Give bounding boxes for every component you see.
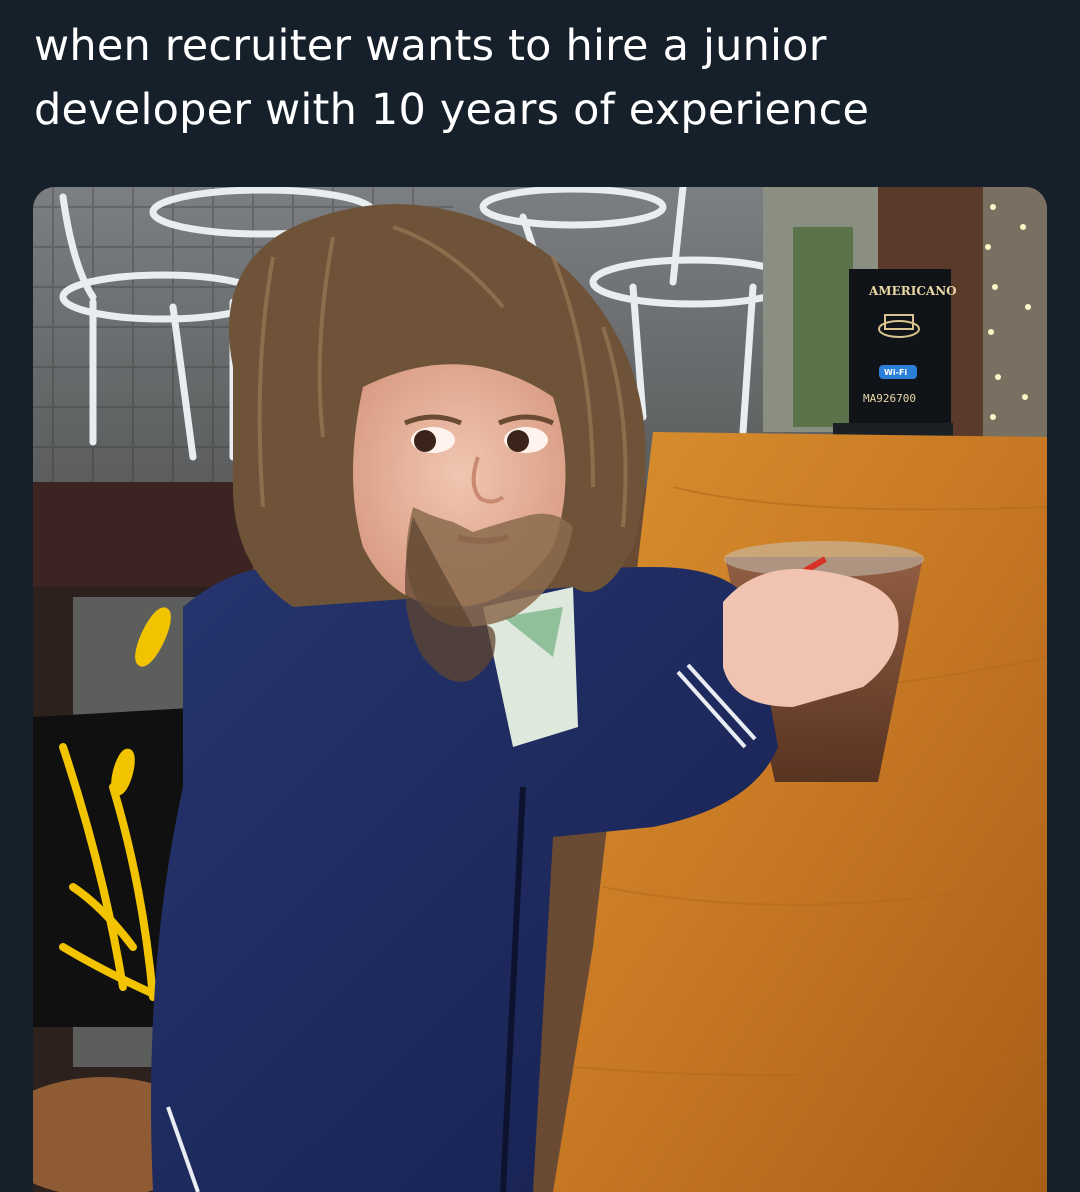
sign-code-text: MA926700: [863, 392, 916, 405]
photo-illustration: AMERICANO Wi-Fi MA926700: [33, 187, 1047, 1192]
sign-brand-text: AMERICANO: [868, 284, 957, 298]
meme-caption: when recruiter wants to hire a junior de…: [34, 21, 870, 135]
sign-wifi-text: Wi-Fi: [884, 368, 907, 377]
meme-photo[interactable]: AMERICANO Wi-Fi MA926700: [33, 187, 1047, 1192]
table-sign: AMERICANO Wi-Fi MA926700: [833, 269, 957, 437]
